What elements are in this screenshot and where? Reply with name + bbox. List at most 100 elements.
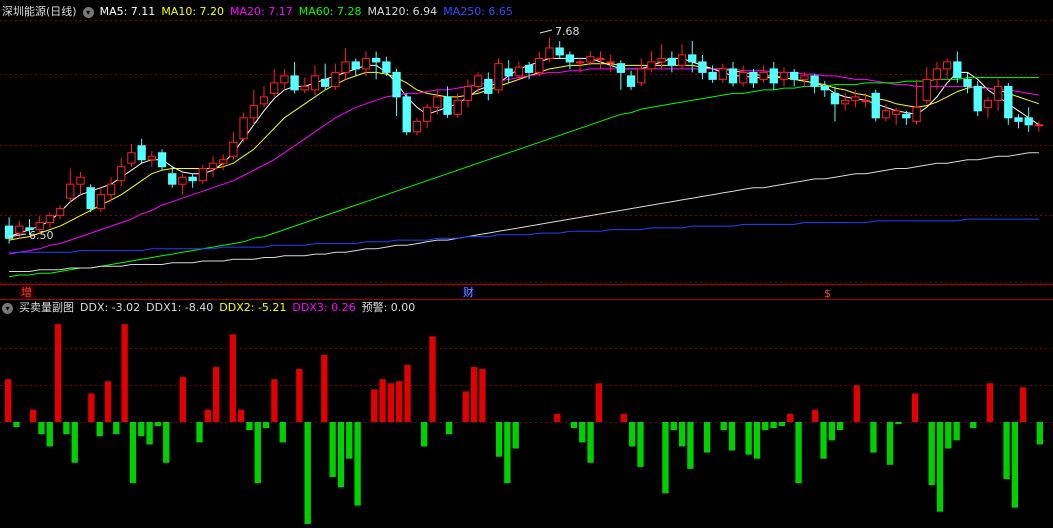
candle[interactable] (463, 79, 473, 108)
marker-dollar[interactable]: $ (824, 287, 831, 300)
candle[interactable] (739, 65, 748, 87)
candle[interactable] (749, 68, 758, 89)
ddx-bar-negative[interactable] (587, 422, 594, 463)
candle[interactable] (983, 96, 993, 118)
candle[interactable] (1004, 82, 1013, 125)
candle[interactable] (1024, 107, 1033, 132)
candle[interactable] (219, 154, 228, 171)
ddx-bar-negative[interactable] (936, 422, 944, 512)
candle[interactable] (728, 61, 738, 87)
candle[interactable] (790, 68, 799, 87)
candle[interactable] (698, 54, 707, 80)
candle[interactable] (484, 72, 493, 101)
candle[interactable] (473, 72, 483, 94)
candle[interactable] (351, 58, 360, 76)
ddx-bar-positive[interactable] (29, 409, 37, 422)
candle[interactable] (993, 79, 1003, 111)
candle[interactable] (596, 51, 605, 69)
ddx-bar-negative[interactable] (579, 422, 586, 443)
candle[interactable] (45, 212, 55, 228)
ddx-bar-negative[interactable] (495, 422, 503, 457)
ddx-bar-positive[interactable] (470, 366, 478, 422)
candle[interactable] (96, 187, 106, 213)
candle[interactable] (137, 138, 146, 164)
candle[interactable] (321, 63, 330, 90)
candle[interactable] (688, 40, 697, 73)
ddx-bar-negative[interactable] (753, 422, 761, 459)
ddx-bar-negative[interactable] (720, 422, 727, 431)
candle[interactable] (637, 58, 646, 87)
ddx-bar-negative[interactable] (146, 422, 153, 445)
candle[interactable] (157, 149, 167, 171)
ddx-bar-negative[interactable] (445, 422, 453, 435)
ddx-bar-positive[interactable] (379, 379, 386, 422)
ddx-bar-positive[interactable] (204, 409, 212, 422)
ddx-bar-positive[interactable] (237, 409, 245, 422)
ddx-bar-positive[interactable] (404, 364, 411, 422)
ddx-bar-negative[interactable] (138, 422, 145, 437)
ddx-bar-negative[interactable] (329, 422, 336, 478)
candle[interactable] (443, 86, 452, 118)
candle[interactable] (198, 164, 207, 185)
candle[interactable] (433, 89, 442, 115)
candle[interactable] (66, 168, 75, 202)
candle[interactable] (55, 205, 65, 220)
stock-chart[interactable]: 7.68 6.50 增 财 $ (0, 0, 1053, 528)
candle[interactable] (117, 157, 126, 186)
marker-cai[interactable]: 财 (463, 285, 474, 299)
ddx-bar-negative[interactable] (670, 422, 677, 431)
ddx-bar-positive[interactable] (911, 393, 919, 422)
candle[interactable] (310, 65, 320, 96)
ddx-bar-series[interactable] (4, 324, 1044, 524)
ddx-bar-negative[interactable] (637, 422, 644, 467)
candle[interactable] (188, 173, 197, 188)
candle[interactable] (106, 177, 116, 202)
ddx-bar-negative[interactable] (762, 422, 769, 431)
ddx-bar-negative[interactable] (129, 422, 137, 484)
ddx-bar-negative[interactable] (304, 422, 311, 524)
ddx-bar-negative[interactable] (570, 422, 578, 429)
candle[interactable] (208, 156, 218, 178)
ddx-bar-negative[interactable] (1011, 422, 1019, 508)
ddx-bar-negative[interactable] (63, 422, 70, 435)
candle[interactable] (1014, 114, 1023, 129)
candle[interactable] (963, 72, 972, 94)
ddx-bar-negative[interactable] (953, 422, 960, 441)
ddx-bar-negative[interactable] (795, 422, 802, 484)
ddx-bar-negative[interactable] (512, 422, 519, 449)
ddx-bar-positive[interactable] (296, 369, 303, 422)
ddx-bar-negative[interactable] (71, 422, 78, 463)
ddx-bar-negative[interactable] (337, 422, 345, 488)
ddx-bar-positive[interactable] (396, 381, 403, 422)
candle[interactable] (555, 40, 564, 59)
ddx-bar-positive[interactable] (429, 336, 436, 422)
ddx-bar-negative[interactable] (678, 422, 686, 447)
candle[interactable] (820, 81, 829, 97)
ddx-bar-positive[interactable] (479, 369, 486, 422)
candle[interactable] (402, 93, 411, 136)
candle[interactable] (932, 61, 942, 90)
ddx-bar-negative[interactable] (728, 422, 736, 451)
candle[interactable] (494, 58, 503, 94)
ddx-bar-positive[interactable] (1020, 387, 1027, 422)
candle[interactable] (942, 58, 952, 80)
candle[interactable] (229, 131, 238, 160)
candle[interactable] (382, 56, 391, 76)
candle[interactable] (76, 171, 85, 195)
ddx-bar-negative[interactable] (828, 422, 836, 441)
candle[interactable] (973, 81, 982, 117)
ddx-bar-positive[interactable] (321, 354, 328, 422)
ddx-bar-positive[interactable] (4, 379, 12, 422)
ddx-bar-negative[interactable] (279, 422, 286, 443)
ddx-bar-negative[interactable] (262, 422, 270, 429)
ddx-bar-positive[interactable] (462, 391, 469, 422)
ddx-bar-negative[interactable] (254, 422, 261, 484)
ddx-bar-negative[interactable] (945, 422, 952, 449)
ddx-bar-negative[interactable] (420, 422, 428, 447)
candle[interactable] (871, 89, 880, 122)
candle[interactable] (810, 74, 819, 94)
candle[interactable] (953, 51, 962, 83)
ddx-bar-positive[interactable] (121, 324, 128, 422)
ddx-bar-negative[interactable] (504, 422, 511, 484)
candle[interactable] (545, 37, 554, 62)
